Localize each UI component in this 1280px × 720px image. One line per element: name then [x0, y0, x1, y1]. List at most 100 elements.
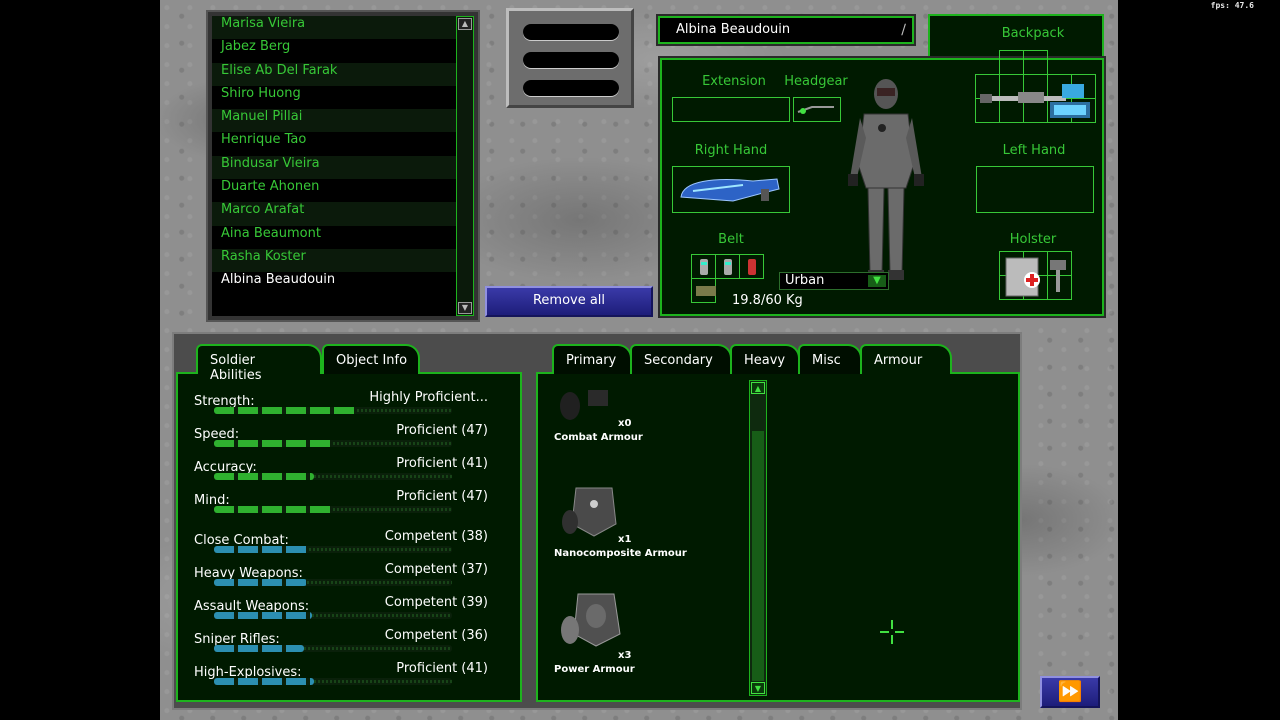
extension-slot[interactable] [672, 97, 790, 122]
item-qty: x1 [618, 534, 632, 545]
ability-value: Competent (37) [384, 562, 488, 577]
right-hand-label: Right Hand [694, 143, 768, 158]
item-combat-armour[interactable]: x0 Combat Armour [554, 384, 694, 444]
ability-meter [214, 506, 452, 513]
medikit-icon [1005, 257, 1066, 297]
soldier-list-item[interactable]: Duarte Ahonen [212, 179, 456, 202]
ability-meter-fill [214, 678, 314, 685]
tab-primary[interactable]: Primary [552, 344, 632, 374]
ability-meter-track [333, 508, 452, 511]
ability-meter-fill [214, 612, 312, 619]
tab-secondary[interactable]: Secondary [630, 344, 732, 374]
remove-all-button[interactable]: Remove all [485, 286, 653, 317]
backpack-rifle-icon[interactable] [978, 78, 1094, 122]
scroll-down-icon[interactable]: ▼ [458, 302, 472, 314]
combat-armour-icon [560, 390, 608, 420]
soldier-figure [848, 79, 924, 280]
fps-counter: fps: 47.6 [1210, 1, 1254, 10]
next-arrow-button[interactable]: ⏩ [1040, 676, 1100, 708]
ability-value: Highly Proficient... [369, 390, 488, 405]
backpack-label: Backpack [1001, 26, 1065, 41]
soldier-list-item[interactable]: Aina Beaumont [212, 226, 456, 249]
ability-meter-fill [214, 645, 305, 652]
tab-object-info[interactable]: Object Info [322, 344, 420, 374]
soldier-list-item[interactable]: Rasha Koster [212, 248, 456, 273]
ability-meter [214, 645, 452, 652]
ability-meter [214, 440, 452, 447]
soldier-list-item[interactable]: Bindusar Vieira [212, 155, 456, 180]
soldier-list-scrollbar[interactable]: ▲ ▼ [456, 16, 474, 316]
ability-row: Accuracy: Proficient (41) [194, 456, 490, 480]
soldier-list-item[interactable]: Jabez Berg [212, 39, 456, 62]
ability-meter-fill [214, 473, 314, 480]
tab-soldier-abilities[interactable]: Soldier Abilities [196, 344, 322, 383]
fast-forward-icon: ⏩ [1057, 679, 1083, 703]
armour-type-select[interactable]: Urban ▼ [779, 272, 889, 290]
soldier-name: Albina Beaudouin [676, 22, 791, 37]
soldier-name-field[interactable]: Albina Beaudouin ∕ [658, 16, 914, 44]
tab-misc[interactable]: Misc [798, 344, 862, 374]
armour-type-value: Urban [785, 273, 825, 288]
ability-meter [214, 546, 452, 553]
soldier-list-item[interactable]: Manuel Pillai [212, 109, 456, 133]
dropdown-arrow-icon[interactable]: ▼ [868, 275, 886, 287]
item-qty: x0 [618, 418, 632, 429]
ability-value: Proficient (47) [396, 423, 488, 438]
ability-meter-track [313, 475, 452, 478]
ability-row: Strength: Highly Proficient... [194, 390, 490, 414]
bar-button-1[interactable] [523, 24, 619, 40]
ability-row: Mind: Proficient (47) [194, 489, 490, 513]
plasma-rifle-icon [680, 178, 780, 202]
belt-label: Belt [718, 232, 744, 247]
left-hand-label: Left Hand [1002, 143, 1066, 158]
ability-value: Competent (38) [384, 529, 488, 544]
scroll-down-icon[interactable]: ▼ [751, 682, 765, 694]
soldier-list-item[interactable]: Shiro Huong [212, 86, 456, 109]
edit-pencil-icon[interactable]: ∕ [901, 22, 906, 38]
ability-row: High-Explosives: Proficient (41) [194, 661, 490, 685]
headgear-slot[interactable] [793, 97, 841, 122]
item-name: Nanocomposite Armour [554, 548, 687, 559]
ability-meter-track [313, 680, 452, 683]
soldier-list-item[interactable]: Henrique Tao [212, 132, 456, 155]
item-qty: x3 [618, 650, 632, 661]
weight-readout: 19.8/60 Kg [732, 293, 803, 308]
ability-value: Proficient (41) [396, 661, 488, 676]
tab-heavy[interactable]: Heavy [730, 344, 800, 374]
left-hand-slot[interactable] [976, 166, 1094, 213]
crosshair-cursor-icon [880, 620, 904, 644]
ability-meter [214, 579, 452, 586]
ability-meter-fill [214, 579, 307, 586]
ability-meter-fill [214, 546, 310, 553]
ability-row: Close Combat: Competent (38) [194, 529, 490, 553]
ability-meter [214, 612, 452, 619]
ability-meter-fill [214, 407, 357, 414]
ability-meter [214, 407, 452, 414]
ability-meter-track [304, 647, 452, 650]
bar-button-3[interactable] [523, 80, 619, 96]
soldier-list-item[interactable]: Marco Arafat [212, 202, 456, 226]
tab-armour[interactable]: Armour [860, 344, 952, 374]
ability-value: Proficient (41) [396, 456, 488, 471]
items-scrollbar[interactable]: ▲ ▼ [749, 380, 767, 696]
soldier-list-item[interactable]: Albina Beaudouin [212, 272, 456, 295]
soldier-list-frame: Marisa Vieira Jabez Berg Elise Ab Del Fara… [206, 10, 480, 322]
button-strip [506, 8, 634, 108]
scroll-up-icon[interactable]: ▲ [458, 18, 472, 30]
scroll-up-icon[interactable]: ▲ [751, 382, 765, 394]
ability-meter-track [309, 548, 452, 551]
power-armour-icon [561, 593, 621, 647]
bar-button-2[interactable] [523, 52, 619, 68]
soldier-list-item[interactable]: Elise Ab Del Farak [212, 62, 456, 86]
ability-row: Speed: Proficient (47) [194, 423, 490, 447]
item-power-armour[interactable]: x3 Power Armour [554, 590, 694, 680]
item-nanocomposite-armour[interactable]: x1 Nanocomposite Armour [554, 484, 694, 564]
soldier-list[interactable]: Marisa Vieira Jabez Berg Elise Ab Del Fara… [212, 16, 456, 316]
soldier-list-item[interactable]: Marisa Vieira [212, 16, 456, 40]
scroll-thumb[interactable] [752, 431, 764, 681]
ability-row: Assault Weapons: Competent (39) [194, 595, 490, 619]
ability-meter-track [306, 581, 452, 584]
item-name: Combat Armour [554, 432, 643, 443]
right-hand-slot[interactable] [672, 166, 790, 213]
nanocomposite-armour-icon [562, 487, 617, 537]
